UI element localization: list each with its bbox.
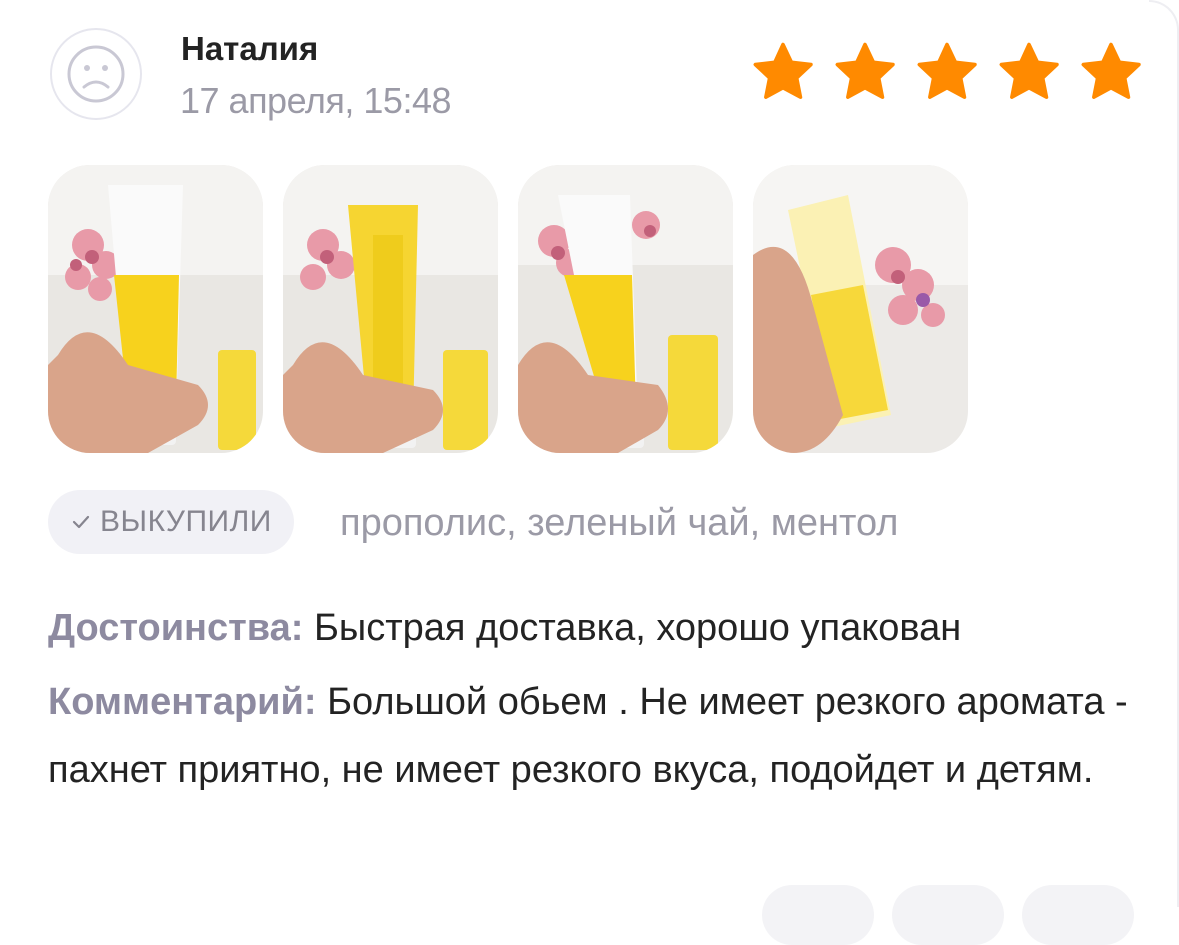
comment-label: Комментарий: <box>48 681 317 723</box>
review-card: Наталия 17 апреля, 15:48 ВЫКУПИЛИ пропол… <box>0 0 1179 945</box>
pros-label: Достоинства: <box>48 607 304 649</box>
purchased-badge-label: ВЫКУПИЛИ <box>100 505 272 538</box>
reaction-button[interactable] <box>1022 885 1134 945</box>
author-name: Наталия <box>181 30 319 67</box>
sad-face-icon <box>67 45 125 103</box>
toothpaste-tube-side-photo <box>753 165 968 453</box>
comment-field: Комментарий: Большой обьем . Не имеет ре… <box>48 668 1138 804</box>
pros-text: Быстрая доставка, хорошо упакован <box>313 607 962 649</box>
pros-field: Достоинства: Быстрая доставка, хорошо уп… <box>48 594 1138 662</box>
star-icon <box>835 42 895 99</box>
star-icon <box>917 42 977 99</box>
review-photos <box>48 165 968 453</box>
reaction-button[interactable] <box>762 885 874 945</box>
avatar[interactable] <box>50 28 142 120</box>
review-date: 17 апреля, 15:48 <box>180 80 452 121</box>
toothpaste-tube-front-photo <box>48 165 263 453</box>
review-photo[interactable] <box>753 165 968 453</box>
star-icon <box>1081 42 1141 99</box>
toothpaste-tube-front-photo <box>518 165 733 453</box>
purchased-badge: ВЫКУПИЛИ <box>48 490 294 554</box>
checkmark-icon <box>72 515 90 529</box>
product-variant: прополис, зеленый чай, ментол <box>340 502 899 544</box>
star-icon <box>999 42 1059 99</box>
review-photo[interactable] <box>283 165 498 453</box>
card-border <box>1149 0 1179 907</box>
toothpaste-tube-back-photo <box>283 165 498 453</box>
review-photo[interactable] <box>518 165 733 453</box>
rating-stars <box>748 38 1146 108</box>
star-icon <box>753 42 813 99</box>
review-photo[interactable] <box>48 165 263 453</box>
reaction-button[interactable] <box>892 885 1004 945</box>
